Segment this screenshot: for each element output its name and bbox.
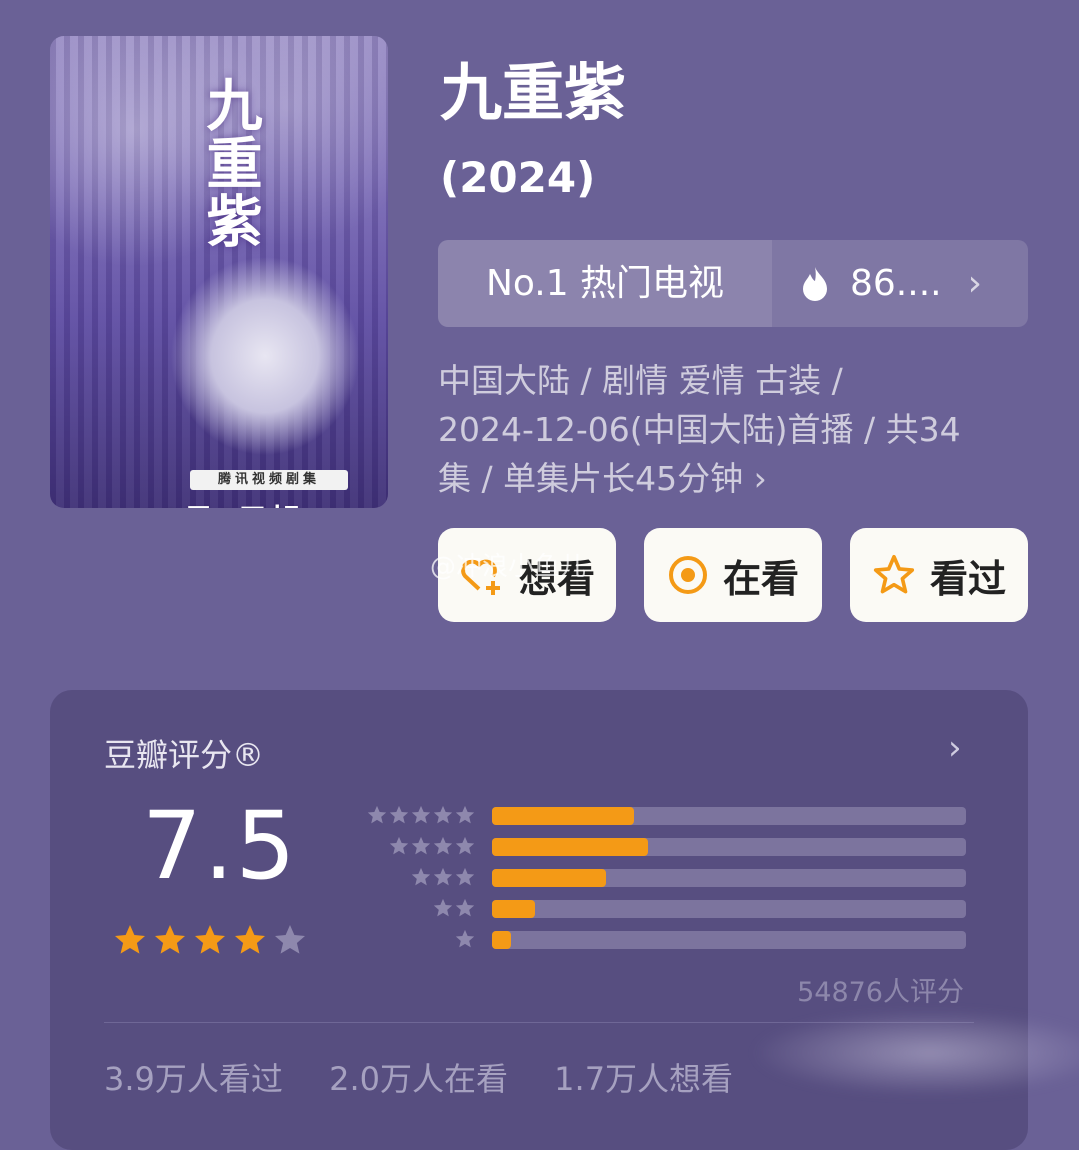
star-filled-icon <box>155 925 185 954</box>
rating-label: 豆瓣评分® <box>104 736 265 774</box>
star-small-icon <box>455 929 475 948</box>
watching-label: 在看 <box>722 556 799 601</box>
star-small-icon <box>411 836 431 855</box>
star-small-icon <box>455 836 475 855</box>
star-small-icon <box>389 805 409 824</box>
star-filled-icon <box>115 925 145 954</box>
meta-line: 2024-12-06(中国大陆)首播 / 共34 <box>438 410 961 449</box>
want-count: 1.7万人想看 <box>554 1060 734 1098</box>
meta-line: 中国大陆 / 剧情 爱情 古装 / <box>438 361 843 400</box>
star-small-icon <box>455 898 475 917</box>
rating-score: 7.5 <box>142 792 298 901</box>
poster-figures <box>170 256 360 456</box>
watched-label: 看过 <box>929 556 1006 601</box>
rating-distribution-row <box>356 804 966 826</box>
star-small-icon <box>433 867 453 886</box>
viewer-counts: 3.9万人看过 2.0万人在看 1.7万人想看 <box>104 1054 769 1100</box>
distribution-bar <box>492 900 535 918</box>
rating-total: 54876人评分 <box>797 977 964 1008</box>
star-filled-icon <box>235 925 265 954</box>
blurred-overlay <box>750 1010 1079 1096</box>
row-stars <box>432 897 476 919</box>
distribution-track <box>492 838 966 856</box>
star-filled-icon <box>195 925 225 954</box>
show-title: 九重紫 <box>440 56 627 129</box>
star-small-icon <box>411 805 431 824</box>
target-icon <box>668 556 707 594</box>
row-stars <box>388 835 476 857</box>
star-small-icon <box>367 805 387 824</box>
rating-stars <box>112 922 312 958</box>
poster-platform-tag: 腾讯视频剧集 <box>190 470 348 490</box>
distribution-bar <box>492 838 649 856</box>
star-empty-icon <box>275 925 305 954</box>
distribution-bar <box>492 807 635 825</box>
star-small-icon <box>455 805 475 824</box>
distribution-bar <box>492 869 606 887</box>
watermark: @冲浪小鱼儿 <box>430 552 587 582</box>
ranking-label[interactable]: No.1 热门电视 <box>438 240 772 327</box>
star-small-icon <box>455 867 475 886</box>
rating-distribution-row <box>356 928 966 950</box>
distribution-track <box>492 931 966 949</box>
ranking-bar[interactable]: No.1 热门电视 86.... › <box>438 240 1028 327</box>
show-year: (2024) <box>440 153 596 202</box>
poster-title-art: 九重紫 <box>197 76 263 250</box>
poster-release-date: 12月6日起 <box>50 496 388 508</box>
heat-value: 86.... <box>850 263 942 304</box>
rating-distribution-row <box>356 835 966 857</box>
row-stars <box>454 928 476 950</box>
star-small-icon <box>411 867 431 886</box>
flame-icon <box>803 266 827 301</box>
douban-rating-card[interactable]: 豆瓣评分® › 7.5 54876人评分 3.9万人看过 2.0万人在看 1.7… <box>50 690 1079 1150</box>
show-meta[interactable]: 中国大陆 / 剧情 爱情 古装 / 2024-12-06(中国大陆)首播 / 共… <box>438 356 1008 503</box>
chevron-right-icon: › <box>967 263 982 304</box>
rating-distribution-row <box>356 866 966 888</box>
row-stars <box>366 804 476 826</box>
row-stars <box>410 866 476 888</box>
chevron-right-icon[interactable]: › <box>948 728 962 768</box>
star-small-icon <box>433 836 453 855</box>
distribution-track <box>492 900 966 918</box>
poster-image[interactable]: 九重紫 腾讯视频剧集 12月6日起 <box>50 36 388 508</box>
distribution-track <box>492 869 966 887</box>
star-outline-icon <box>873 554 915 594</box>
watching-button[interactable]: 在看 <box>644 528 822 622</box>
rating-distribution-row <box>356 897 966 919</box>
watching-count: 2.0万人在看 <box>329 1060 508 1098</box>
heat-score[interactable]: 86.... › <box>772 240 1028 327</box>
star-small-icon <box>433 805 453 824</box>
distribution-track <box>492 807 966 825</box>
watched-button[interactable]: 看过 <box>850 528 1028 622</box>
meta-line: 集 / 单集片长45分钟 › <box>438 459 767 498</box>
watched-count: 3.9万人看过 <box>104 1060 283 1098</box>
distribution-bar <box>492 931 511 949</box>
star-small-icon <box>389 836 409 855</box>
star-small-icon <box>433 898 453 917</box>
